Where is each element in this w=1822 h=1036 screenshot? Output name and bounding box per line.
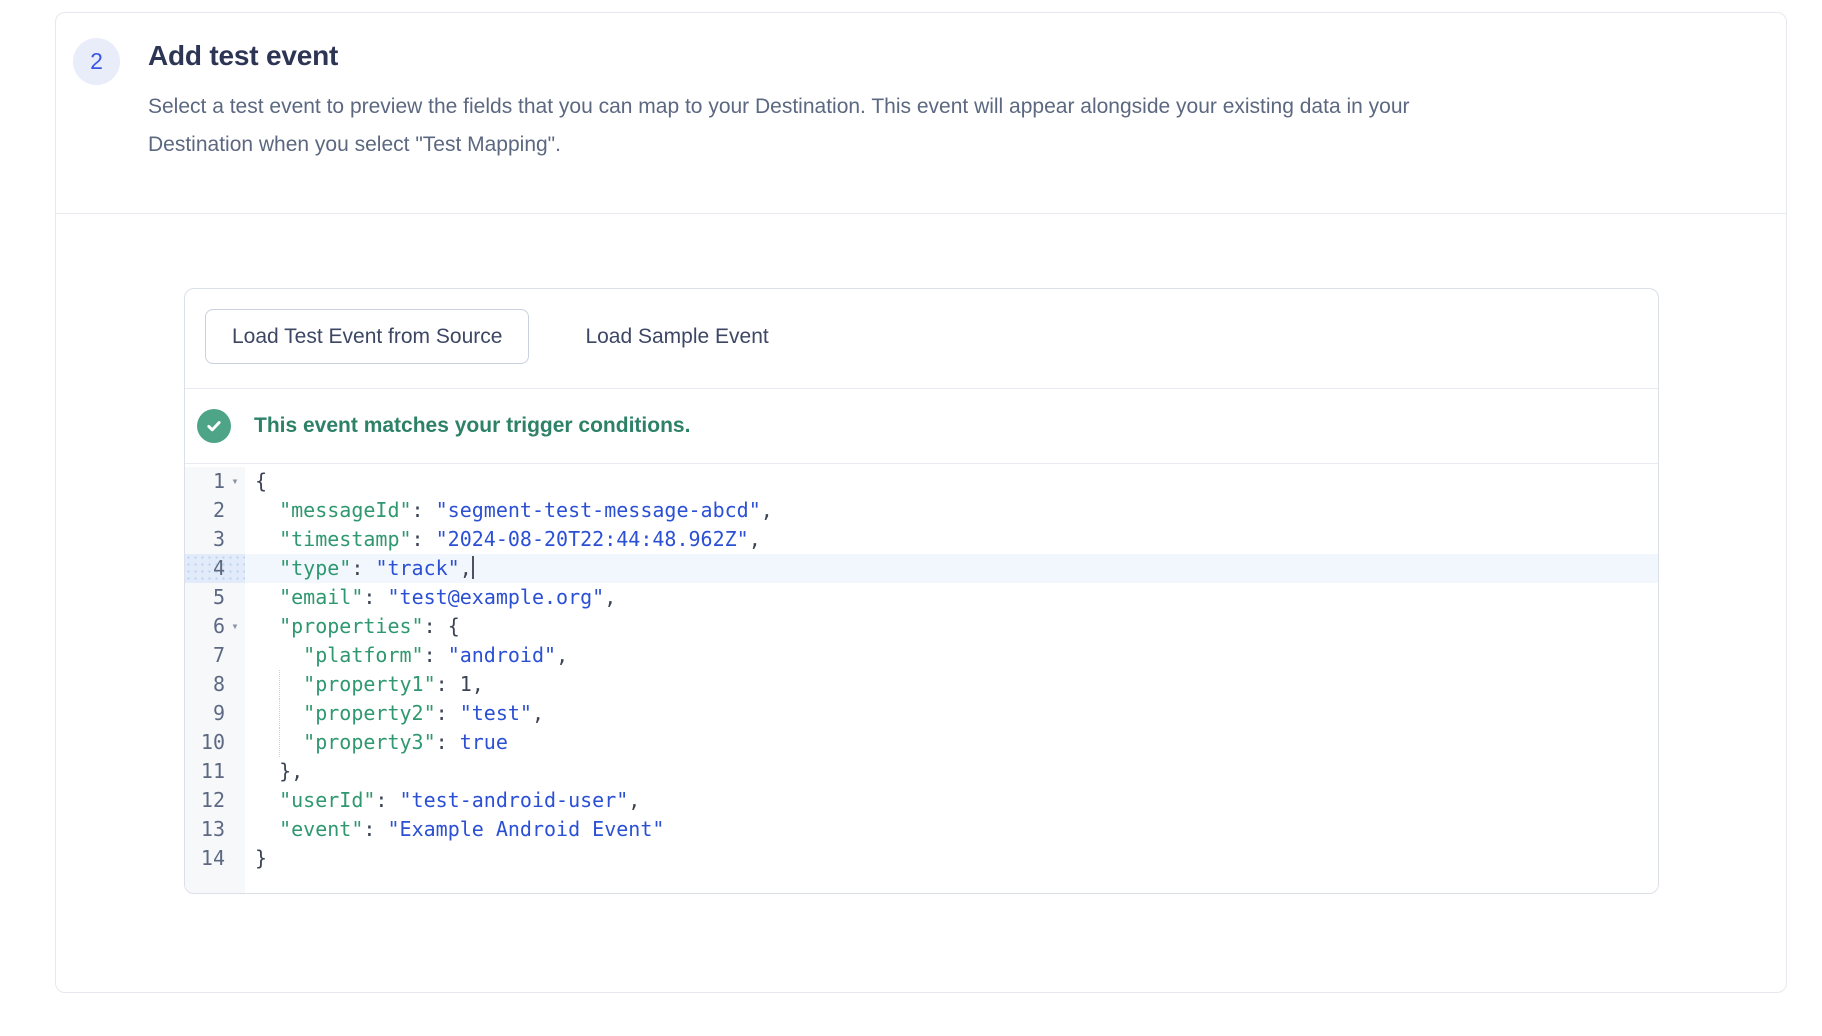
load-test-event-button[interactable]: Load Test Event from Source — [205, 309, 529, 364]
gutter-cell: 5 — [185, 583, 245, 612]
load-sample-event-button[interactable]: Load Sample Event — [565, 309, 788, 364]
gutter-cell: 3 — [185, 525, 245, 554]
code-line[interactable]: 10 "property3": true — [185, 728, 1658, 757]
page-title: Add test event — [148, 39, 1498, 73]
code-content[interactable]: "properties": { — [245, 612, 1658, 641]
code-line[interactable]: 13 "event": "Example Android Event" — [185, 815, 1658, 844]
code-line[interactable]: 11 }, — [185, 757, 1658, 786]
code-content[interactable]: "property1": 1, — [245, 670, 1658, 699]
gutter-cell: 11 — [185, 757, 245, 786]
gutter-cell: 10 — [185, 728, 245, 757]
line-number: 1 — [213, 467, 225, 496]
fold-toggle-icon[interactable]: ▾ — [225, 612, 245, 641]
line-number: 8 — [213, 670, 225, 699]
fold-toggle-icon[interactable]: ▾ — [225, 467, 245, 496]
code-line[interactable]: 12 "userId": "test-android-user", — [185, 786, 1658, 815]
code-content — [245, 873, 1658, 893]
gutter-cell: 14 — [185, 844, 245, 873]
line-number: 11 — [201, 757, 225, 786]
line-number: 9 — [213, 699, 225, 728]
gutter-cell: 6▾ — [185, 612, 245, 641]
gutter-cell: 7 — [185, 641, 245, 670]
code-line[interactable]: 4 "type": "track", — [185, 554, 1658, 583]
code-content[interactable]: }, — [245, 757, 1658, 786]
code-editor[interactable]: 1▾{2 "messageId": "segment-test-message-… — [185, 463, 1658, 893]
line-number: 7 — [213, 641, 225, 670]
code-line[interactable]: 8 "property1": 1, — [185, 670, 1658, 699]
code-line[interactable]: 1▾{ — [185, 467, 1658, 496]
gutter-cell: 13 — [185, 815, 245, 844]
gutter-cell: 2 — [185, 496, 245, 525]
code-content[interactable]: "property3": true — [245, 728, 1658, 757]
code-line[interactable]: 5 "email": "test@example.org", — [185, 583, 1658, 612]
code-content[interactable]: "event": "Example Android Event" — [245, 815, 1658, 844]
code-content[interactable]: "property2": "test", — [245, 699, 1658, 728]
code-line[interactable]: 14} — [185, 844, 1658, 873]
header-text: Add test event Select a test event to pr… — [148, 39, 1498, 164]
status-message: This event matches your trigger conditio… — [254, 414, 690, 438]
card-body: Load Test Event from Source Load Sample … — [56, 214, 1786, 894]
code-line[interactable]: 7 "platform": "android", — [185, 641, 1658, 670]
gutter-cell: 4 — [185, 554, 245, 583]
line-number: 5 — [213, 583, 225, 612]
line-number: 14 — [201, 844, 225, 873]
code-content[interactable]: "messageId": "segment-test-message-abcd"… — [245, 496, 1658, 525]
line-number: 3 — [213, 525, 225, 554]
event-source-toolbar: Load Test Event from Source Load Sample … — [185, 289, 1658, 389]
code-line[interactable]: 9 "property2": "test", — [185, 699, 1658, 728]
code-content[interactable]: { — [245, 467, 1658, 496]
gutter-cell — [185, 873, 245, 893]
check-circle-icon — [197, 409, 231, 443]
line-number: 4 — [213, 554, 225, 583]
card-header: 2 Add test event Select a test event to … — [56, 13, 1786, 214]
line-number: 6 — [213, 612, 225, 641]
code-line[interactable]: 6▾ "properties": { — [185, 612, 1658, 641]
code-content[interactable]: "platform": "android", — [245, 641, 1658, 670]
line-number: 10 — [201, 728, 225, 757]
step-number: 2 — [90, 48, 103, 75]
line-number: 12 — [201, 786, 225, 815]
editor-bottom-padding — [185, 873, 1658, 893]
code-content[interactable]: "email": "test@example.org", — [245, 583, 1658, 612]
code-content[interactable]: "userId": "test-android-user", — [245, 786, 1658, 815]
test-event-panel: Load Test Event from Source Load Sample … — [184, 288, 1659, 894]
trigger-match-status: This event matches your trigger conditio… — [185, 389, 1658, 463]
add-test-event-card: 2 Add test event Select a test event to … — [55, 12, 1787, 993]
line-number: 13 — [201, 815, 225, 844]
step-number-badge: 2 — [73, 38, 120, 85]
gutter-cell: 1▾ — [185, 467, 245, 496]
line-number: 2 — [213, 496, 225, 525]
gutter-cell: 9 — [185, 699, 245, 728]
code-content[interactable]: "type": "track", — [245, 554, 1658, 583]
gutter-cell: 8 — [185, 670, 245, 699]
code-line[interactable]: 3 "timestamp": "2024-08-20T22:44:48.962Z… — [185, 525, 1658, 554]
code-content[interactable]: "timestamp": "2024-08-20T22:44:48.962Z", — [245, 525, 1658, 554]
text-cursor — [472, 556, 474, 579]
gutter-cell: 12 — [185, 786, 245, 815]
code-content[interactable]: } — [245, 844, 1658, 873]
code-line[interactable]: 2 "messageId": "segment-test-message-abc… — [185, 496, 1658, 525]
page-description: Select a test event to preview the field… — [148, 88, 1498, 164]
